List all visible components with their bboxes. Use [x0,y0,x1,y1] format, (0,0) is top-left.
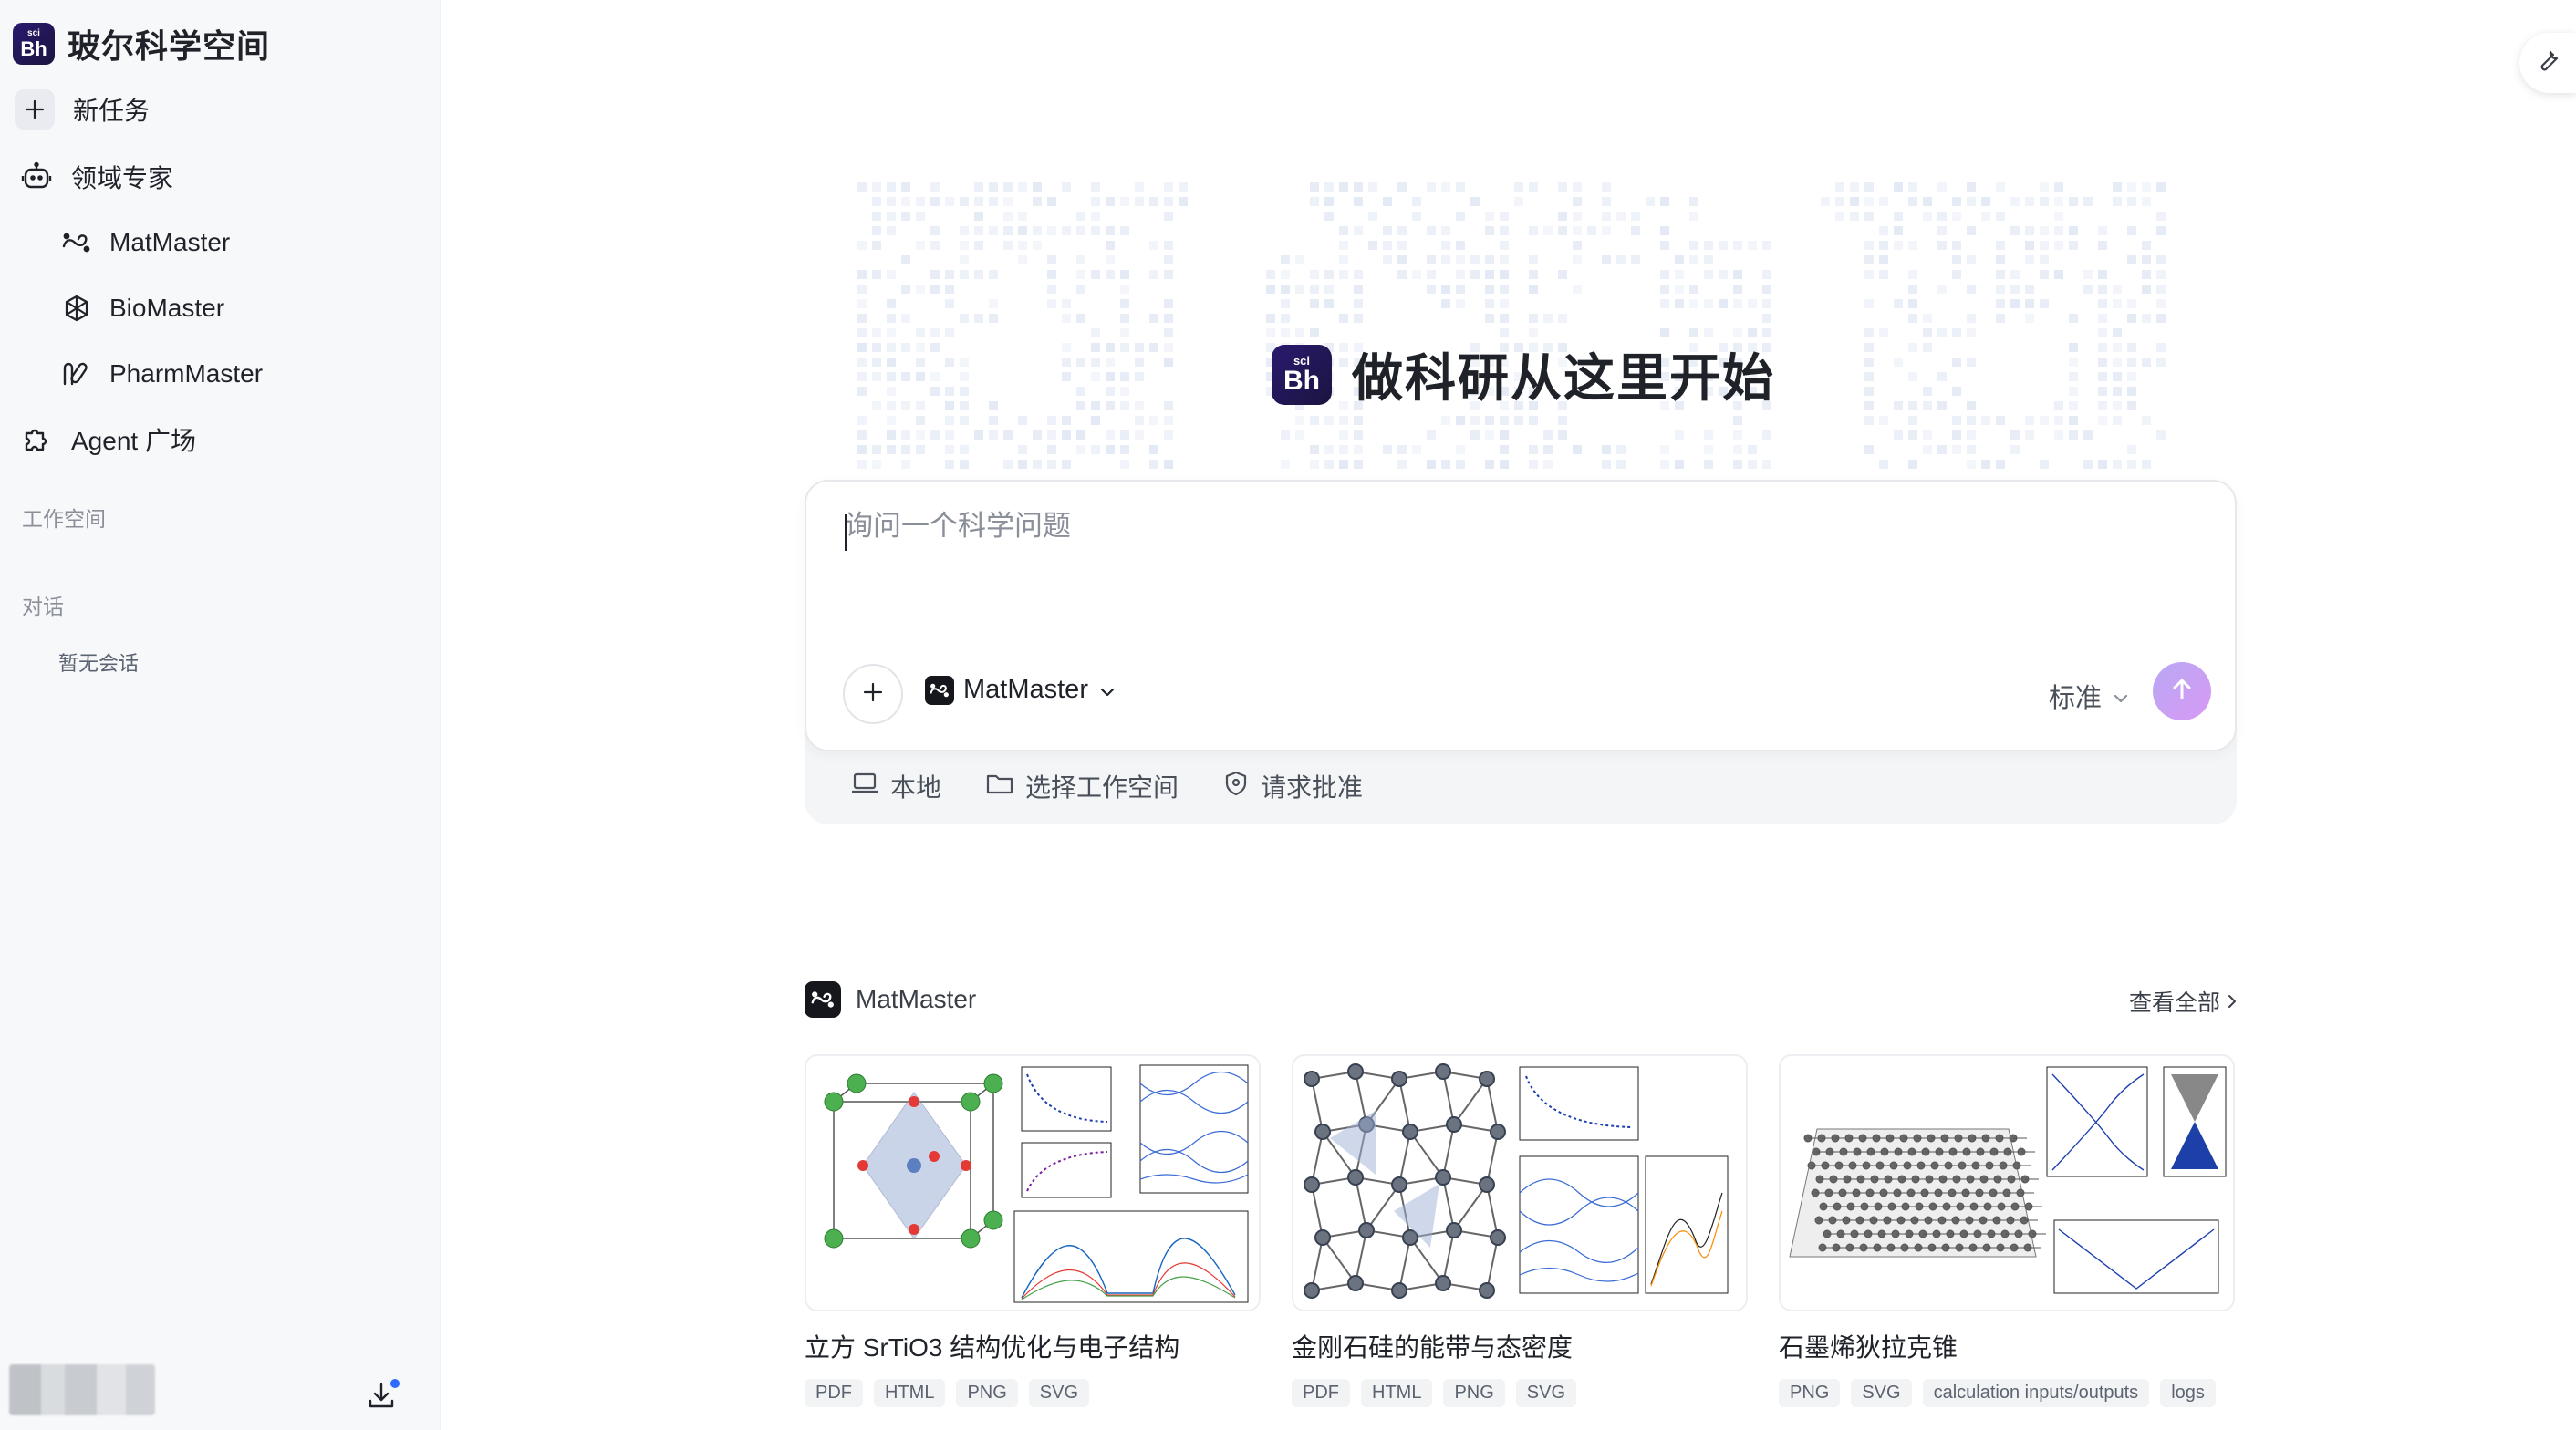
gallery-header: MatMaster 查看全部 [805,981,2237,1018]
sidebar-item-agent-plaza[interactable]: Agent 广场 [18,421,196,458]
agent-selector[interactable]: MatMaster [925,675,1116,705]
logo-sci-text: sci [27,27,40,38]
card-title: 金刚石硅的能带与态密度 [1292,1333,1574,1362]
chat-section-label: 对话 [22,595,64,618]
tools-button[interactable] [2519,33,2576,93]
composer: MatMaster 标准 [805,480,2237,751]
format-tag: HTML [1361,1379,1433,1407]
plus-icon [15,89,55,130]
hero: sci Bh 做科研从这里开始 [1272,337,1775,411]
shield-icon [1222,770,1250,803]
new-task-button[interactable]: 新任务 [15,89,150,130]
format-tag: PNG [956,1379,1018,1407]
mode-selector-label: 标准 [2049,684,2103,713]
format-tag: PNG [1779,1379,1841,1407]
select-workspace-button[interactable]: 选择工作空间 [985,768,1179,804]
format-tag: PDF [1292,1379,1350,1407]
sidebar-item-matmaster[interactable]: MatMaster [58,224,230,261]
graphene-figure-image [1789,1066,2227,1294]
matmaster-icon [58,224,95,261]
gallery-title: MatMaster [805,981,976,1018]
context-label: 本地 [890,773,942,802]
format-tag: calculation inputs/outputs [1922,1379,2150,1407]
card-title: 石墨烯狄拉克锥 [1779,1333,1958,1362]
card-tags: PDF HTML PNG SVG [805,1379,1261,1407]
new-task-label: 新任务 [73,97,151,125]
silicon-figure-image [1304,1063,1729,1299]
puzzle-icon [18,421,55,458]
no-chats-text: 暂无会话 [58,652,140,675]
local-environment-button[interactable]: 本地 [850,768,941,804]
plus-icon [861,680,885,709]
card-tags: PNG SVG calculation inputs/outputs logs [1779,1379,2235,1407]
biomaster-icon [58,290,95,326]
agent-plaza-label: Agent 广场 [71,427,196,455]
card-thumbnail [1292,1054,1748,1311]
format-tag: SVG [1515,1379,1577,1407]
logo-bh-text: Bh [1283,365,1320,396]
sidebar-item-biomaster[interactable]: BioMaster [58,290,224,326]
example-card-graphene[interactable]: 石墨烯狄拉克锥 PNG SVG calculation inputs/outpu… [1779,1054,2235,1407]
request-approval-button[interactable]: 请求批准 [1222,768,1363,804]
composer-container: MatMaster 标准 本地 选择工作空间 [805,480,2237,824]
sidebar-item-label: PharmMaster [109,359,264,388]
sidebar-item-pharmmaster[interactable]: PharmMaster [58,356,263,392]
format-tag: HTML [874,1379,946,1407]
user-profile[interactable] [9,1364,155,1415]
pharmmaster-icon [58,356,95,392]
example-card-silicon[interactable]: 金刚石硅的能带与态密度 PDF HTML PNG SVG [1292,1054,1748,1407]
hero-title: 做科研从这里开始 [1352,349,1775,407]
domain-experts-label: 领域专家 [71,164,174,192]
card-tags: PDF HTML PNG SVG [1292,1379,1748,1407]
matmaster-icon [925,675,954,705]
brand-name: 玻尔科学空间 [68,27,271,65]
srtio3-figure-image [824,1064,1249,1303]
notification-dot [390,1379,400,1388]
chevron-down-icon [2113,681,2129,711]
format-tag: SVG [1028,1379,1090,1407]
brand[interactable]: sci Bh 玻尔科学空间 [13,20,270,67]
card-thumbnail [805,1054,1261,1311]
view-all-link[interactable]: 查看全部 [2129,985,2237,1018]
sidebar-item-label: BioMaster [109,294,225,322]
download-app-button[interactable] [365,1379,401,1415]
format-tag: PNG [1443,1379,1505,1407]
hero-logo: sci Bh [1272,344,1332,405]
gallery-agent-name: MatMaster [856,985,977,1013]
format-tag: SVG [1851,1379,1912,1407]
wrench-icon [2534,47,2561,79]
sidebar-item-domain-experts[interactable]: 领域专家 [18,159,173,195]
arrow-up-icon [2168,676,2196,708]
attach-button[interactable] [843,664,903,724]
sidebar: sci Bh 玻尔科学空间 新任务 领域专家 MatMaster BioMast… [0,0,441,1430]
chevron-down-icon [1099,675,1116,705]
robot-icon [18,159,55,195]
workspace-section-label: 工作空间 [22,507,106,531]
view-all-label: 查看全部 [2128,990,2220,1016]
logo-sci-text: sci [1293,353,1311,368]
example-card-srtio3[interactable]: 立方 SrTiO3 结构优化与电子结构 PDF HTML PNG SVG [805,1054,1261,1407]
agent-selector-label: MatMaster [963,675,1088,704]
folder-icon [985,771,1014,803]
app-logo: sci Bh [13,23,55,65]
matmaster-icon [805,981,841,1018]
context-label: 请求批准 [1261,773,1364,802]
card-title: 立方 SrTiO3 结构优化与电子结构 [805,1333,1180,1362]
mode-selector[interactable]: 标准 [2049,677,2129,715]
format-tag: PDF [805,1379,863,1407]
send-button[interactable] [2153,662,2211,720]
download-icon [365,1383,398,1415]
logo-bh-text: Bh [20,36,47,60]
format-tag: logs [2160,1379,2216,1407]
brand-watermark [857,182,2166,469]
question-input[interactable] [843,509,2197,544]
sidebar-item-label: MatMaster [109,228,231,256]
card-thumbnail [1779,1054,2235,1311]
laptop-icon [850,771,879,803]
chevron-right-icon [2228,989,2237,1015]
text-caret [845,514,847,551]
context-label: 选择工作空间 [1025,773,1179,802]
